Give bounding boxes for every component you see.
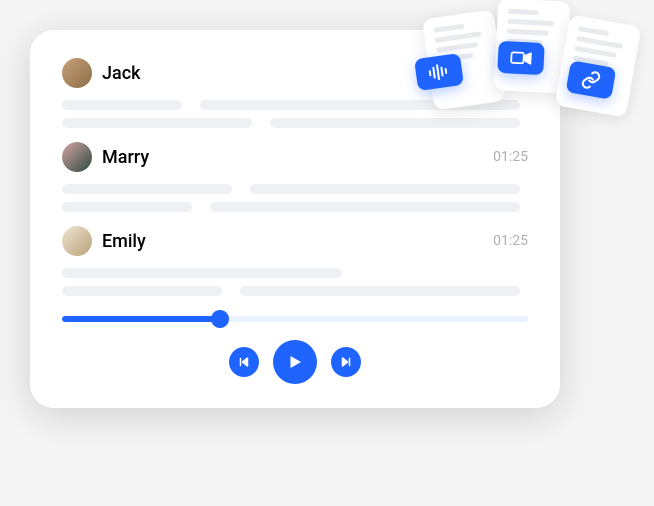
avatar: [62, 58, 92, 88]
next-button[interactable]: [331, 347, 361, 377]
text-placeholder: [62, 184, 232, 194]
text-placeholder: [62, 202, 192, 212]
timestamp: 01:25: [493, 233, 528, 249]
skip-forward-icon: [340, 356, 352, 368]
transcript-card: Jack Marry 01:25 Emily 01:: [30, 30, 560, 408]
text-placeholder-row: [62, 268, 528, 278]
transcript-entry: Marry 01:25: [62, 142, 528, 212]
progress-fill: [62, 316, 220, 322]
text-placeholder: [62, 100, 182, 110]
speaker-name: Emily: [102, 231, 493, 252]
text-placeholder: [62, 286, 222, 296]
text-placeholder: [270, 118, 520, 128]
text-placeholder: [250, 184, 520, 194]
text-placeholder: [210, 202, 520, 212]
progress-thumb[interactable]: [211, 310, 229, 328]
entry-header: Jack: [62, 58, 528, 88]
transcript-entry: Jack: [62, 58, 528, 128]
play-icon: [286, 353, 304, 371]
entry-header: Emily 01:25: [62, 226, 528, 256]
timestamp: 01:25: [493, 149, 528, 165]
text-placeholder: [62, 118, 252, 128]
text-placeholder-row: [62, 202, 528, 212]
transcript-entry: Emily 01:25: [62, 226, 528, 296]
text-placeholder-row: [62, 184, 528, 194]
text-placeholder-row: [62, 286, 528, 296]
text-placeholder: [200, 100, 520, 110]
speaker-name: Jack: [102, 63, 528, 84]
avatar: [62, 226, 92, 256]
link-icon: [579, 68, 602, 91]
text-placeholder: [240, 286, 520, 296]
play-button[interactable]: [273, 340, 317, 384]
link-badge: [566, 60, 617, 100]
entry-header: Marry 01:25: [62, 142, 528, 172]
text-placeholder-row: [62, 100, 528, 110]
text-placeholder-row: [62, 118, 528, 128]
text-placeholder: [62, 268, 342, 278]
avatar: [62, 142, 92, 172]
skip-back-icon: [238, 356, 250, 368]
file-doc-icon: [555, 14, 642, 117]
previous-button[interactable]: [229, 347, 259, 377]
speaker-name: Marry: [102, 147, 493, 168]
progress-bar[interactable]: [62, 316, 528, 322]
player-controls: [62, 340, 528, 384]
